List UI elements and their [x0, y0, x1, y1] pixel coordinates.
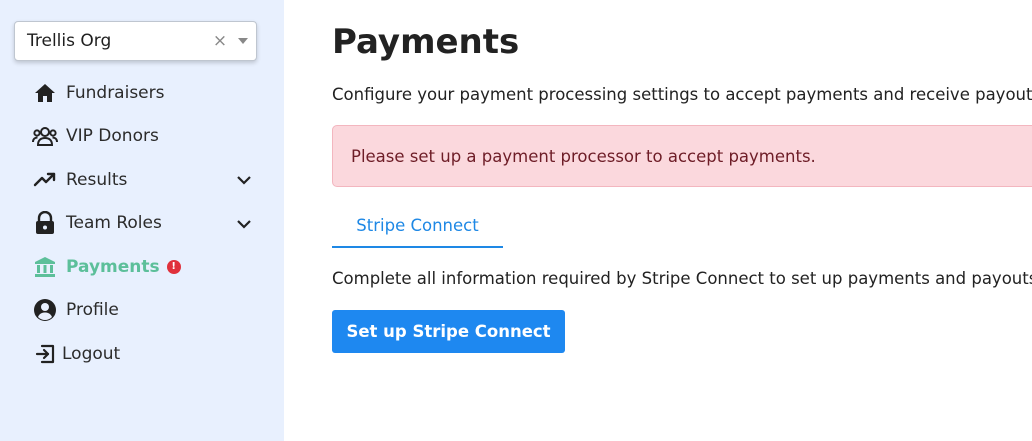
lock-icon	[32, 210, 58, 236]
tab-stripe-connect[interactable]: Stripe Connect	[332, 212, 503, 248]
stripe-instructions: Complete all information required by Str…	[332, 269, 1032, 288]
users-icon	[32, 123, 58, 149]
home-icon	[32, 80, 58, 106]
sidebar-item-label: Payments	[66, 256, 160, 277]
sidebar-item-label: VIP Donors	[66, 126, 159, 147]
sidebar-item-label: Logout	[62, 343, 121, 364]
page-title: Payments	[332, 22, 520, 62]
caret-down-icon[interactable]	[230, 38, 256, 44]
sidebar-item-payments[interactable]: Payments !	[0, 245, 284, 289]
tab-label: Stripe Connect	[356, 216, 479, 235]
alert-badge: !	[166, 259, 181, 274]
sidebar-item-vip-donors[interactable]: VIP Donors	[0, 115, 284, 159]
sidebar-item-label: Profile	[66, 300, 119, 321]
sidebar-item-fundraisers[interactable]: Fundraisers	[0, 71, 284, 115]
alert-banner: Please set up a payment processor to acc…	[332, 125, 1032, 187]
sidebar-nav: Fundraisers VIP Donors Results Team Role…	[0, 71, 284, 376]
main-content: Payments Configure your payment processi…	[284, 0, 1032, 441]
sidebar-item-label: Team Roles	[66, 213, 162, 234]
org-select[interactable]: Trellis Org ×	[14, 21, 257, 61]
page-description: Configure your payment processing settin…	[332, 85, 1032, 104]
org-select-value: Trellis Org	[27, 31, 112, 51]
chevron-down-icon[interactable]	[234, 214, 254, 234]
clear-icon[interactable]: ×	[210, 31, 230, 51]
bank-icon	[32, 254, 58, 280]
app: Trellis Org × Fundraisers VIP Donors Res…	[0, 0, 1032, 441]
setup-stripe-connect-button[interactable]: Set up Stripe Connect	[332, 310, 565, 353]
sidebar-item-profile[interactable]: Profile	[0, 289, 284, 333]
alert-text: Please set up a payment processor to acc…	[351, 146, 816, 166]
sidebar-item-label: Fundraisers	[66, 82, 165, 103]
sidebar-item-logout[interactable]: Logout	[0, 332, 284, 376]
chevron-down-icon[interactable]	[234, 170, 254, 190]
sidebar-item-results[interactable]: Results	[0, 158, 284, 202]
trending-up-icon	[32, 167, 58, 193]
sidebar-item-team-roles[interactable]: Team Roles	[0, 202, 284, 246]
sidebar: Trellis Org × Fundraisers VIP Donors Res…	[0, 0, 284, 441]
user-circle-icon	[32, 297, 58, 323]
sidebar-item-label: Results	[66, 169, 128, 190]
logout-icon	[32, 341, 58, 367]
